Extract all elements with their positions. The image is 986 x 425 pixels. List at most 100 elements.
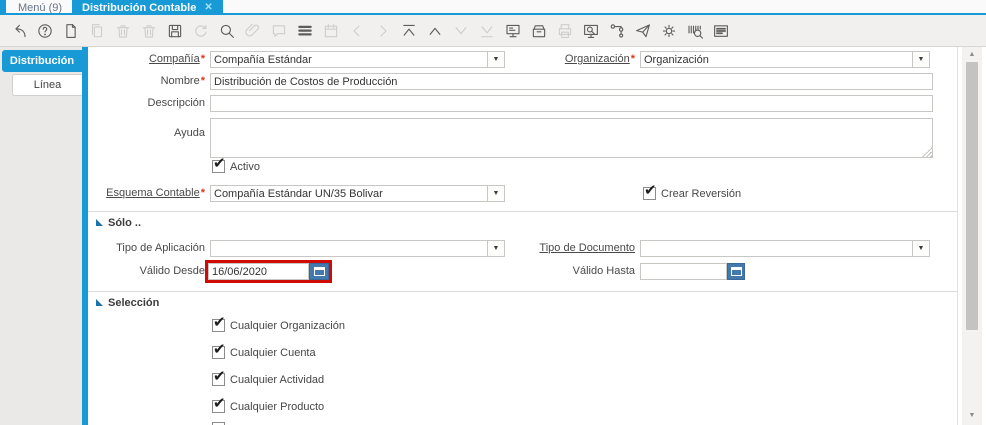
copy-record-icon (87, 20, 106, 42)
checkbox-crear-reversion[interactable]: ✔ (643, 181, 657, 200)
form-icon[interactable] (503, 20, 522, 42)
label-valido-hasta: Válido Hasta (572, 265, 635, 277)
undo-icon[interactable] (9, 20, 28, 42)
archive-icon[interactable] (529, 20, 548, 42)
nombre-input[interactable] (210, 73, 933, 90)
checkbox-any-organization[interactable]: ✔ (212, 313, 226, 332)
section-header-solo[interactable]: Sólo .. (96, 216, 141, 229)
selection-checkbox-row: ✔ Cualquier Organización (212, 313, 345, 333)
required-asterisk: * (200, 187, 205, 199)
checkmark-icon: ✔ (213, 340, 226, 358)
required-asterisk: * (200, 75, 205, 87)
new-record-icon[interactable] (61, 20, 80, 42)
record-tab-sidebar: Distribución Línea (0, 47, 82, 425)
parent-record-icon (347, 20, 366, 42)
print-icon (555, 20, 574, 42)
chevron-down-icon: ▼ (917, 56, 925, 63)
chevron-down-icon: ▼ (492, 190, 500, 197)
tab-menu-label: Menú (9) (18, 1, 63, 14)
form-content: Compañía* Compañía Estándar ▼ Organizaci… (88, 47, 958, 425)
label-tipo-aplicacion: Tipo de Aplicación (116, 242, 205, 254)
grid-toggle-icon[interactable] (295, 20, 314, 42)
selection-checkbox-row: ✔ Cualquier Actividad (212, 367, 325, 387)
required-asterisk: * (630, 53, 635, 65)
checkbox-activo[interactable]: ✔ (212, 154, 226, 173)
section-separator (88, 291, 957, 292)
compania-dropdown-button[interactable]: ▼ (487, 51, 505, 68)
checkmark-icon: ✔ (213, 154, 226, 172)
close-tab-icon[interactable]: ✕ (204, 2, 212, 13)
first-record-icon[interactable] (399, 20, 418, 42)
window-tab-bar: Menú (9) Distribución Contable ✕ (0, 0, 986, 15)
checkbox-label: Cualquier Actividad (230, 373, 325, 386)
tab-distribucion-contable[interactable]: Distribución Contable ✕ (72, 0, 223, 15)
checkbox-any-activity[interactable]: ✔ (212, 367, 226, 386)
tipo-aplicacion-dropdown-button[interactable]: ▼ (487, 240, 505, 257)
refresh-icon (191, 20, 210, 42)
valido-hasta-field (640, 263, 745, 280)
detail-record-icon (373, 20, 392, 42)
calendar-icon (730, 267, 742, 276)
sidebar-tab-distribucion[interactable]: Distribución (2, 50, 82, 72)
tipo-aplicacion-combo[interactable]: ▼ (210, 240, 505, 257)
esquema-contable-combo[interactable]: Compañía Estándar UN/35 Bolivar ▼ (210, 185, 505, 202)
scroll-up-arrow-icon[interactable]: ▲ (962, 51, 982, 58)
calendar-icon (313, 267, 325, 276)
checkbox-any-product[interactable]: ✔ (212, 394, 226, 413)
save-icon[interactable] (165, 20, 184, 42)
send-icon[interactable] (633, 20, 652, 42)
checkmark-icon: ✔ (644, 181, 657, 199)
chat-icon (269, 20, 288, 42)
checkbox-label: Cualquier Organización (230, 319, 345, 332)
resize-grip-icon[interactable] (922, 147, 932, 157)
label-tipo-documento[interactable]: Tipo de Documento (518, 242, 635, 254)
tab-bar-accent (0, 0, 6, 15)
print-preview-icon[interactable] (581, 20, 600, 42)
checkbox-partial[interactable] (212, 421, 225, 425)
attachment-icon (243, 20, 262, 42)
selection-checkbox-row: ✔ Cualquier Producto (212, 394, 325, 414)
valido-desde-calendar-button[interactable] (309, 263, 329, 280)
workflow-icon[interactable] (607, 20, 626, 42)
previous-record-icon[interactable] (425, 20, 444, 42)
organizacion-combo[interactable]: Organización ▼ (640, 51, 930, 68)
organizacion-dropdown-button[interactable]: ▼ (912, 51, 930, 68)
esquema-dropdown-button[interactable]: ▼ (487, 185, 505, 202)
calendar-toolbar-icon (321, 20, 340, 42)
scrollbar-thumb[interactable] (966, 62, 978, 330)
preferences-icon[interactable] (659, 20, 678, 42)
tipo-documento-combo[interactable]: ▼ (640, 240, 930, 257)
label-compania[interactable]: Compañía* (88, 53, 205, 65)
last-record-icon (477, 20, 496, 42)
checkbox-label: Cualquier Producto (230, 400, 325, 413)
tab-menu[interactable]: Menú (9) (8, 0, 72, 15)
label-organizacion[interactable]: Organización* (518, 53, 635, 65)
help-icon[interactable] (35, 20, 54, 42)
collapse-triangle-icon (96, 299, 103, 306)
crear-reversion-checkbox-row: ✔ Crear Reversión (643, 181, 742, 200)
section-header-seleccion[interactable]: Selección (96, 296, 159, 309)
product-info-icon[interactable] (685, 20, 704, 42)
find-icon[interactable] (217, 20, 236, 42)
sidebar-tab-linea[interactable]: Línea (12, 74, 82, 96)
tipo-documento-dropdown-button[interactable]: ▼ (912, 240, 930, 257)
compania-combo[interactable]: Compañía Estándar ▼ (210, 51, 505, 68)
ayuda-textarea[interactable] (210, 118, 933, 158)
valido-desde-field (205, 260, 332, 283)
label-esquema-contable[interactable]: Esquema Contable* (88, 187, 205, 199)
valido-hasta-calendar-button[interactable] (727, 263, 745, 280)
report-icon[interactable] (711, 20, 730, 42)
valido-hasta-input[interactable] (640, 263, 727, 280)
descripcion-input[interactable] (210, 95, 933, 112)
delete-selection-icon (139, 20, 158, 42)
collapse-triangle-icon (96, 219, 103, 226)
scroll-down-arrow-icon[interactable]: ▼ (962, 412, 982, 419)
label-valido-desde: Válido Desde (139, 265, 205, 277)
checkmark-icon: ✔ (213, 313, 226, 331)
checkbox-any-account[interactable]: ✔ (212, 340, 226, 359)
checkbox-label: Cualquier Cuenta (230, 346, 316, 359)
delete-record-icon (113, 20, 132, 42)
vertical-scrollbar[interactable]: ▲ ▼ (962, 47, 982, 425)
valido-desde-input[interactable] (208, 263, 309, 280)
chevron-down-icon: ▼ (917, 245, 925, 252)
